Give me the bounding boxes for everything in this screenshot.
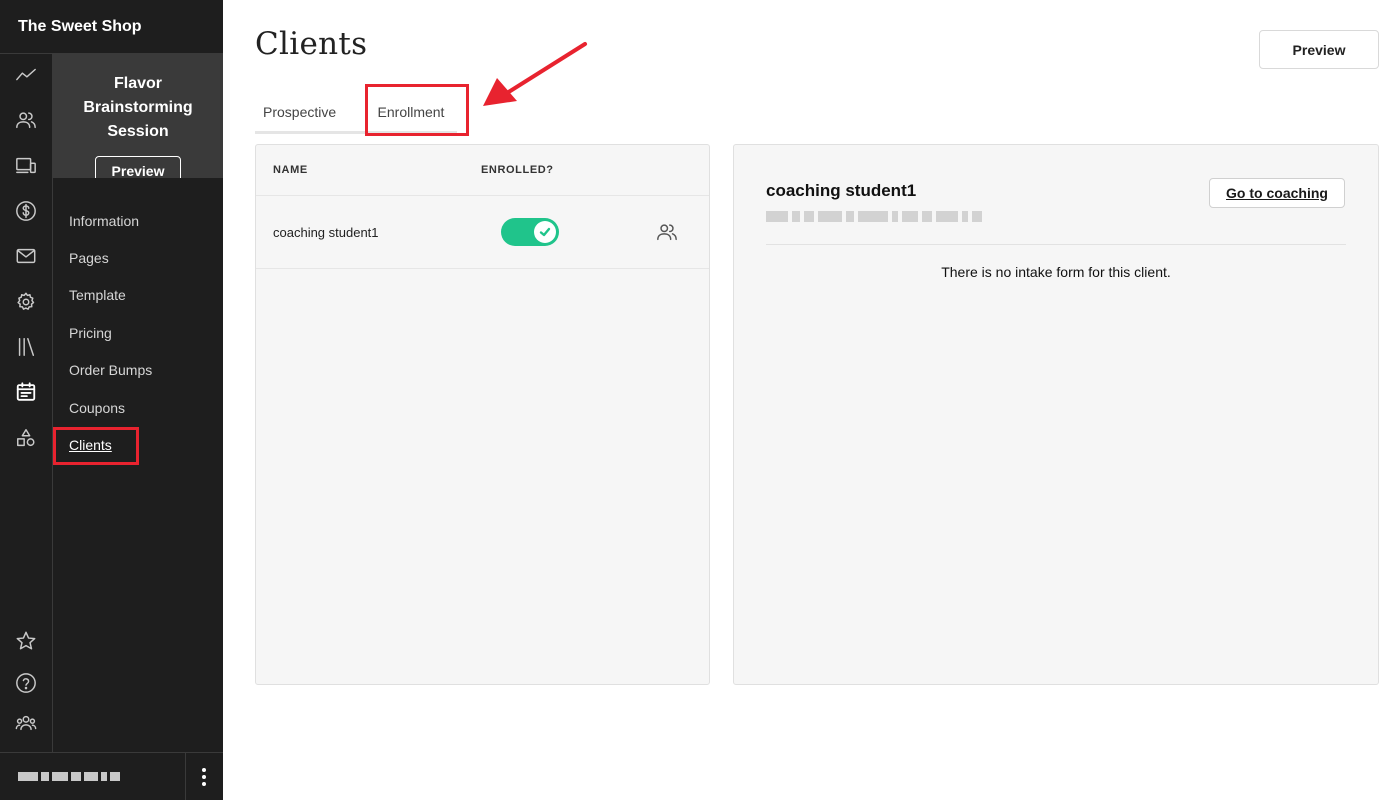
brand-name: The Sweet Shop: [18, 17, 142, 35]
rail-library[interactable]: [0, 332, 52, 362]
rail-mail[interactable]: [0, 241, 52, 271]
rail-star[interactable]: [0, 626, 52, 656]
people-icon: [657, 224, 677, 241]
menu-item-label: Information: [69, 212, 140, 229]
rail-calendar[interactable]: [0, 377, 52, 407]
table-header: NAME ENROLLED?: [256, 145, 709, 196]
mail-icon: [16, 248, 36, 264]
client-name-cell: coaching student1: [273, 224, 379, 240]
menu-item-label: Order Bumps: [69, 362, 153, 379]
devices-icon: [16, 157, 36, 174]
menu-item-information[interactable]: Information: [53, 202, 223, 239]
menu-item-label: Pricing: [69, 324, 112, 341]
column-header-name: NAME: [273, 164, 308, 176]
account-name-redacted[interactable]: [0, 753, 186, 800]
help-icon: [16, 673, 36, 693]
analytics-icon: [16, 68, 36, 81]
tab-prospective[interactable]: Prospective: [255, 92, 365, 134]
rail-devices[interactable]: [0, 151, 52, 181]
go-to-coaching-button[interactable]: Go to coaching: [1209, 178, 1345, 208]
main-content: Clients Preview Prospective Enrollment N…: [223, 0, 1399, 800]
shapes-icon: [17, 429, 35, 447]
preview-button[interactable]: Preview: [1259, 30, 1379, 69]
rail-help[interactable]: [0, 668, 52, 698]
product-subnav: Flavor Brainstorming Session Preview Inf…: [53, 54, 223, 752]
clients-highlight-box: [53, 427, 139, 465]
rail-dollar[interactable]: [0, 196, 52, 226]
community-icon: [15, 715, 37, 731]
star-icon: [16, 631, 36, 650]
more-options-icon[interactable]: [186, 753, 222, 800]
dollar-icon: [16, 201, 36, 221]
calendar-icon: [16, 382, 36, 401]
rail-analytics[interactable]: [0, 60, 52, 90]
column-header-enrolled: ENROLLED?: [481, 164, 554, 176]
icon-rail: [0, 54, 53, 752]
product-preview-button[interactable]: Preview: [94, 156, 182, 178]
clients-table: NAME ENROLLED? coaching student1: [255, 144, 710, 685]
menu-item-label: Coupons: [69, 399, 126, 416]
menu-item-coupons[interactable]: Coupons: [53, 389, 223, 426]
library-icon: [18, 338, 35, 356]
menu-item-label: Pages: [69, 250, 109, 267]
rail-shapes[interactable]: [0, 423, 52, 453]
table-row[interactable]: coaching student1: [256, 196, 709, 269]
check-icon: [539, 227, 551, 237]
rail-people[interactable]: [0, 105, 52, 135]
no-intake-message: There is no intake form for this client.: [941, 264, 1171, 280]
enrollment-highlight-box: [365, 84, 469, 136]
menu-item-pages[interactable]: Pages: [53, 239, 223, 276]
menu-item-order-bumps[interactable]: Order Bumps: [53, 352, 223, 389]
rail-community[interactable]: [0, 708, 52, 738]
annotation-arrow-icon: [483, 42, 587, 106]
brand-bar: The Sweet Shop: [0, 0, 223, 54]
settings-icon: [17, 292, 35, 310]
product-title: Flavor Brainstorming Session: [83, 75, 193, 140]
toggle-knob: [534, 221, 556, 243]
client-detail-panel: coaching student1 Go to coaching There i…: [733, 144, 1379, 685]
rail-settings[interactable]: [0, 287, 52, 317]
people-icon: [16, 112, 36, 129]
menu-item-pricing[interactable]: Pricing: [53, 314, 223, 351]
client-detail-name: coaching student1: [766, 181, 917, 200]
product-card: Flavor Brainstorming Session Preview: [53, 54, 223, 178]
sidebar-footer: [0, 752, 223, 800]
page-title: Clients: [255, 26, 368, 62]
divider: [766, 244, 1346, 245]
view-client-button[interactable]: [655, 220, 679, 244]
client-email-redacted: [766, 211, 982, 222]
app: The Sweet Shop Flavor Brainstorming Sess…: [0, 0, 1399, 800]
menu-item-label: Template: [69, 287, 126, 304]
product-menu: Information Pages Template Pricing Order…: [53, 178, 223, 464]
enrolled-toggle[interactable]: [501, 218, 559, 246]
menu-item-template[interactable]: Template: [53, 277, 223, 314]
